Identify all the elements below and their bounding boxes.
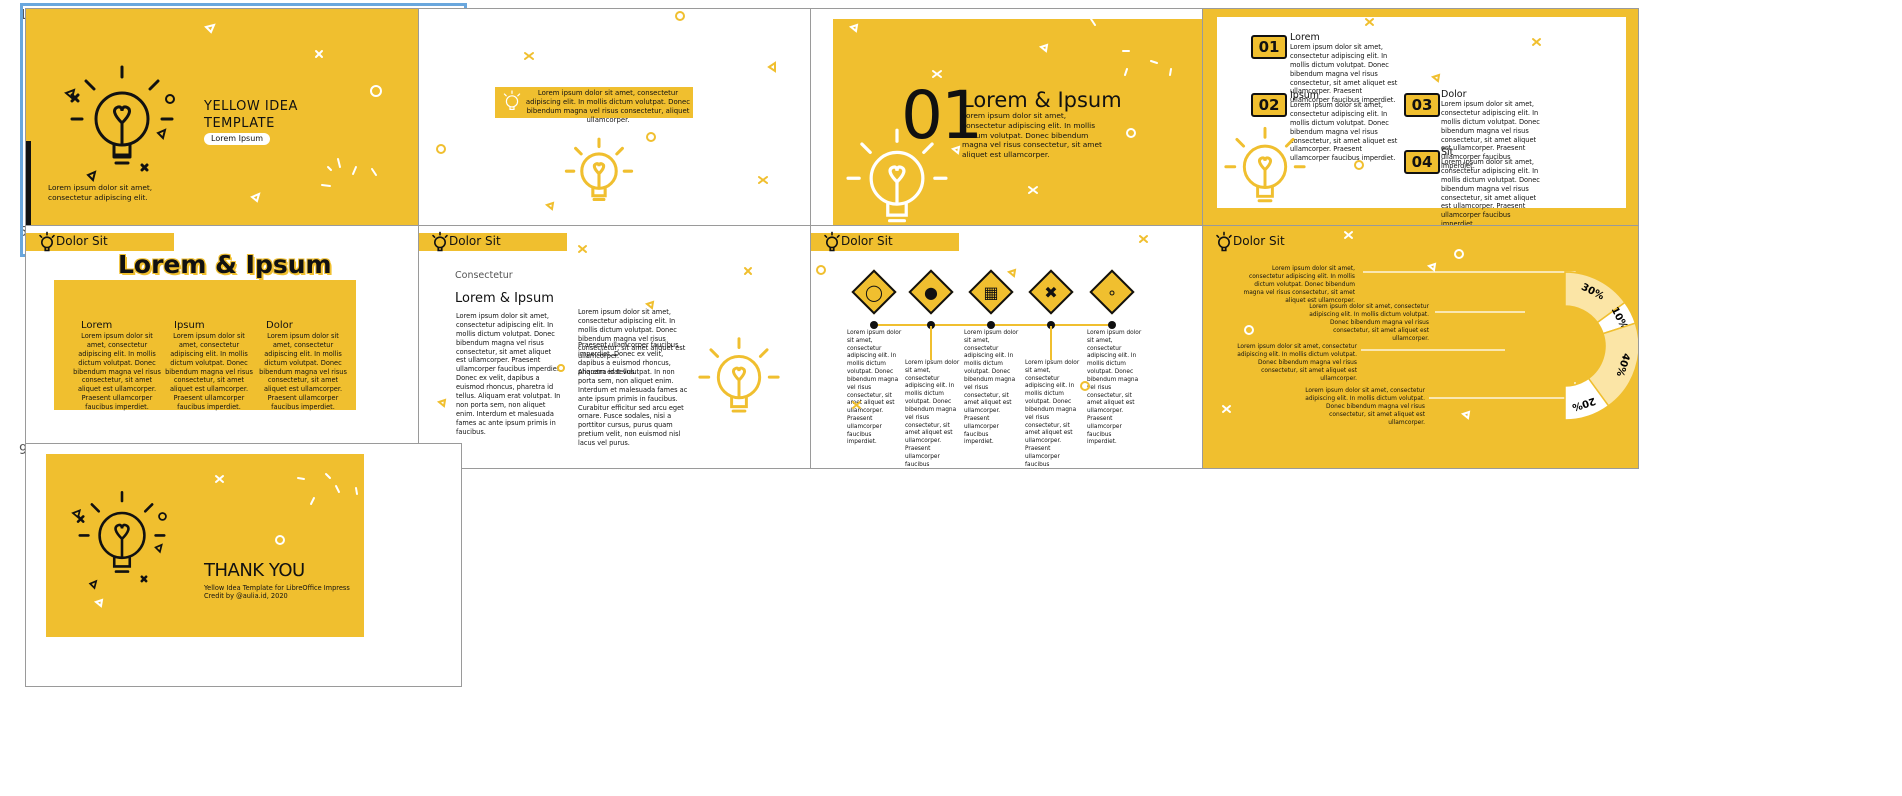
column-body: Lorem ipsum dolor sit amet, consectetur … xyxy=(73,332,161,412)
confetti-decoration xyxy=(1354,18,1541,170)
item-text: Lorem ipsum dolor sit amet, consectetur … xyxy=(1243,266,1355,304)
slide-thumbnail-1[interactable]: YELLOW IDEA TEMPLATE Lorem Ipsum Lorem i… xyxy=(20,3,467,257)
column-title: Lorem xyxy=(81,320,113,331)
item-text: Lorem ipsum dolor sit amet, consectetur … xyxy=(1309,304,1429,342)
column-body: Lorem ipsum dolor sit amet, consectetur … xyxy=(165,332,253,412)
slide-thumbnail-7[interactable]: Dolor Sit ◯ ● ▦ ✖ ∘ Lorem ipsum dolor si… xyxy=(810,225,1247,469)
leader-line xyxy=(1429,382,1576,399)
slide-thumbnail-2[interactable]: Lorem ipsum dolor sit amet, consectetur … xyxy=(418,8,855,252)
slide-thumbnail-8[interactable]: Dolor Sit 30% 10% 40% 20% Lorem ipsum dolor… xyxy=(1202,225,1639,469)
column-body: Lorem ipsum dolor sit amet, consectetur … xyxy=(259,332,347,412)
confetti-decoration xyxy=(436,11,776,211)
slide-thumbnail-4[interactable]: 01 Lorem Lorem ipsum dolor sit amet, con… xyxy=(1202,8,1639,252)
slide-thumbnail-5[interactable]: Dolor Sit Lorem & Ipsum Lorem Lorem ipsu… xyxy=(25,225,462,469)
confetti-decoration xyxy=(848,18,1172,194)
slide-thumbnail-9[interactable]: THANK YOU Yellow Idea Template for Libre… xyxy=(25,443,462,687)
confetti-decoration xyxy=(204,23,382,203)
donut-chart: 30%10%40%20% xyxy=(1564,271,1638,421)
item-text: Lorem ipsum dolor sit amet, consectetur … xyxy=(1237,344,1357,382)
confetti-decoration xyxy=(436,245,752,408)
header-label: Dolor Sit xyxy=(56,234,108,248)
column-title: Ipsum xyxy=(174,320,205,331)
confetti-decoration xyxy=(816,235,1148,409)
slide-thumbnail-3[interactable]: 01 Lorem & Ipsum Lorem ipsum dolor sit a… xyxy=(810,8,1247,252)
column-title: Dolor xyxy=(266,320,293,331)
slide-title: Lorem & Ipsum xyxy=(118,250,332,279)
confetti-decoration xyxy=(93,473,358,608)
slide-thumbnail-6[interactable]: Dolor Sit Consectetur Lorem & Ipsum Lore… xyxy=(418,225,855,469)
item-text: Lorem ipsum dolor sit amet, consectetur … xyxy=(1305,388,1425,426)
leader-line xyxy=(1363,271,1576,284)
